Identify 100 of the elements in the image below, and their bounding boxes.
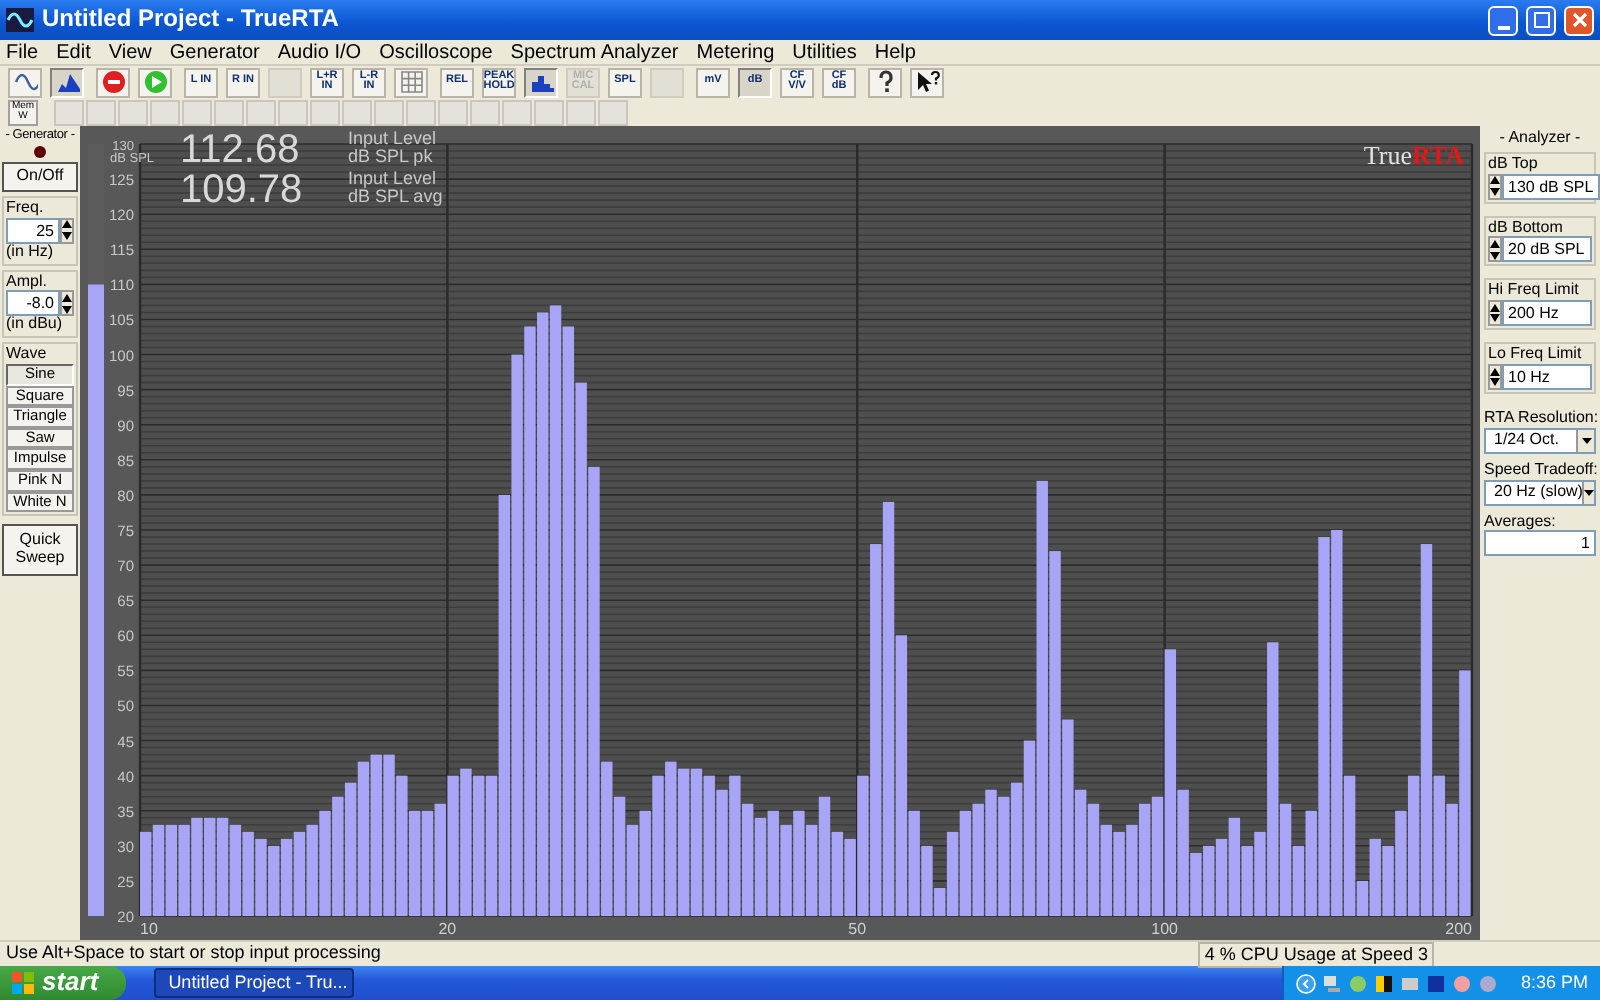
field-label: dB Bottom xyxy=(1488,219,1565,237)
readout-label: Input Level xyxy=(348,130,437,148)
menu-item[interactable]: Metering xyxy=(696,41,775,63)
toolbar-button[interactable] xyxy=(50,67,84,97)
menu-item[interactable]: View xyxy=(108,41,152,63)
grid-icon xyxy=(399,70,423,94)
input-field[interactable]: 20 dB SPL xyxy=(1502,236,1592,263)
menu-item[interactable]: Audio I/O xyxy=(277,41,362,63)
unit-label: (in Hz) xyxy=(6,243,56,262)
close-button[interactable] xyxy=(1564,5,1594,35)
menu-item[interactable]: Edit xyxy=(56,41,91,63)
readout-label: Input Level xyxy=(348,170,439,188)
field-label: dB Top xyxy=(1488,155,1540,174)
arrow-down-icon xyxy=(1490,187,1500,196)
spin-buttons[interactable] xyxy=(60,290,74,317)
windows-flag-icon xyxy=(12,972,34,994)
arrow-down-icon xyxy=(1490,314,1500,323)
arrow-down-icon xyxy=(1490,251,1500,260)
stop-icon xyxy=(101,70,125,94)
tray-app-icon xyxy=(1348,973,1369,993)
menu-item[interactable]: Spectrum Analyzer xyxy=(510,41,679,63)
dropdown-arrow-icon xyxy=(1584,489,1595,496)
spin-buttons[interactable] xyxy=(1488,363,1502,390)
dropdown-field[interactable]: 1/24 Oct. xyxy=(1484,427,1596,454)
sine-wave-icon xyxy=(13,70,37,94)
maximize-button[interactable] xyxy=(1526,5,1556,35)
toolbar-button[interactable] xyxy=(868,67,902,97)
spin-buttons[interactable] xyxy=(1488,173,1502,200)
arrow-up-icon xyxy=(1490,176,1500,185)
go-icon xyxy=(143,70,167,94)
unit-label: (in dBu) xyxy=(6,316,65,335)
dropdown-arrow-icon xyxy=(1581,437,1591,444)
field-label: Ampl. xyxy=(6,273,49,291)
status-message: Use Alt+Space to start or stop input processing xyxy=(6,944,381,964)
readout-unit: dB SPL avg xyxy=(348,188,443,206)
taskbar-button[interactable]: Untitled Project - Tru... xyxy=(154,968,355,998)
on-off-button[interactable]: On/Off xyxy=(2,162,78,192)
chevron-icon xyxy=(1296,973,1317,993)
arrow-down-icon xyxy=(1490,378,1500,387)
bar-chart-icon xyxy=(529,70,553,94)
quick-sweep-button[interactable]: Quick Sweep xyxy=(2,524,78,576)
minimize-button[interactable] xyxy=(1488,5,1518,35)
arrow-up-icon xyxy=(62,294,72,303)
arrow-up-icon xyxy=(62,220,72,229)
arrow-up-icon xyxy=(1490,240,1500,249)
field-label: Averages: xyxy=(1484,513,1558,531)
wave-icon xyxy=(6,8,34,32)
axis-label: 100 xyxy=(1151,920,1178,938)
tray-app-icon xyxy=(1374,973,1395,993)
menu-item[interactable]: File xyxy=(6,41,39,63)
axis-label: 200 xyxy=(1445,920,1472,938)
start-button[interactable]: start xyxy=(0,966,127,1000)
input-field[interactable]: 10 Hz xyxy=(1502,363,1592,390)
minimize-icon xyxy=(1497,25,1509,29)
field-label: RTA Resolution: xyxy=(1484,409,1596,428)
tray-app-icon xyxy=(1426,973,1447,993)
readout-value: 112.68 xyxy=(180,130,302,170)
window-title: Untitled Project - TrueRTA xyxy=(42,6,339,34)
input-field[interactable]: 1 xyxy=(1484,530,1596,557)
menu-item[interactable]: Utilities xyxy=(792,41,857,63)
tray-app-icon xyxy=(1400,973,1421,993)
maximize-icon xyxy=(1533,12,1549,28)
input-field[interactable]: 25 xyxy=(6,217,60,244)
readout-value: 109.78 xyxy=(180,170,305,210)
arrow-down-icon xyxy=(62,305,72,314)
toolbar-button[interactable] xyxy=(910,67,944,97)
spin-buttons[interactable] xyxy=(1488,300,1502,327)
menu-item[interactable]: Help xyxy=(874,41,916,63)
bar-chart-icon xyxy=(55,70,79,94)
dropdown-value: 1/24 Oct. xyxy=(1494,428,1559,453)
field-label: Speed Tradeoff: xyxy=(1484,461,1596,480)
field-label: Freq. xyxy=(6,199,46,218)
arrow-down-icon xyxy=(62,231,72,240)
readout-unit: dB SPL pk xyxy=(348,148,435,166)
spin-buttons[interactable] xyxy=(60,217,74,244)
field-label: Hi Freq Limit xyxy=(1488,282,1581,301)
dropdown-value: 20 Hz (slow) xyxy=(1494,480,1583,505)
clock: 8:36 PM xyxy=(1520,973,1588,993)
input-field[interactable]: -8.0 xyxy=(6,290,60,317)
input-field[interactable]: 200 Hz xyxy=(1502,300,1592,327)
tray-app-icon xyxy=(1452,973,1473,993)
axis-label: 20 xyxy=(438,920,457,938)
dropdown-field[interactable]: 20 Hz (slow) xyxy=(1484,479,1596,506)
pointer-question-icon xyxy=(915,70,939,94)
menu-item[interactable]: Generator xyxy=(169,41,260,63)
taskbar-button-label: Untitled Project - Tru... xyxy=(168,973,348,993)
network-icon xyxy=(1322,973,1343,993)
toolbar-button[interactable] xyxy=(524,67,558,97)
question-mark-icon xyxy=(873,70,897,94)
logo-text: True xyxy=(1363,142,1412,171)
field-label: Lo Freq Limit xyxy=(1488,346,1584,364)
input-field[interactable]: 130 dB SPL xyxy=(1502,173,1600,200)
axis-label: 50 xyxy=(848,920,867,938)
logo-text: RTA xyxy=(1411,142,1464,171)
panel-title: - Analyzer - xyxy=(1497,130,1583,148)
group-label: Wave xyxy=(6,346,49,364)
arrow-up-icon xyxy=(1490,303,1500,312)
close-icon xyxy=(1571,12,1587,28)
menu-item[interactable]: Oscilloscope xyxy=(379,41,493,63)
spin-buttons[interactable] xyxy=(1488,236,1502,263)
